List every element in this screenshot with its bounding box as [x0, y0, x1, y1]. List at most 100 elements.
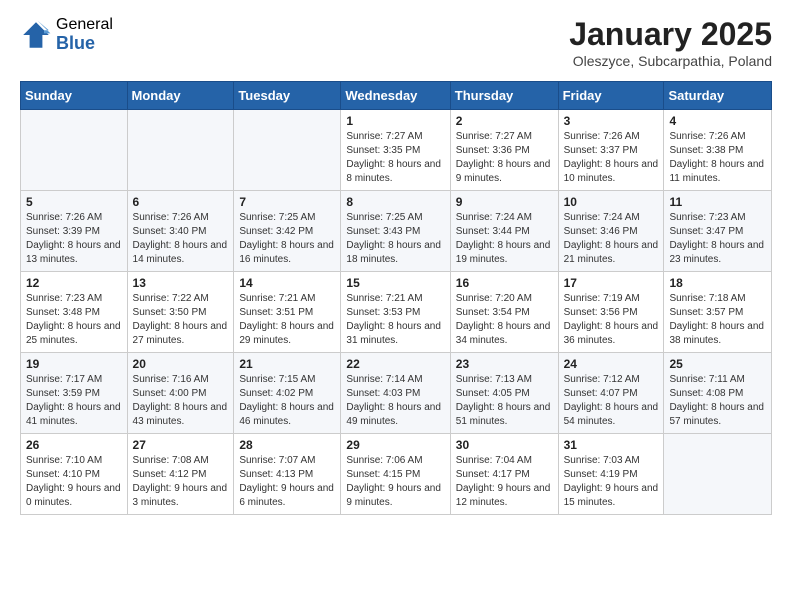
- day-number: 11: [669, 195, 766, 209]
- day-info: Sunrise: 7:26 AMSunset: 3:39 PMDaylight:…: [26, 211, 122, 267]
- day-number: 7: [239, 195, 335, 209]
- day-number: 16: [456, 276, 553, 290]
- day-info: Sunrise: 7:26 AMSunset: 3:37 PMDaylight:…: [564, 130, 659, 186]
- calendar-cell: 17 Sunrise: 7:19 AMSunset: 3:56 PMDayligh…: [558, 272, 664, 353]
- calendar-cell: 3Sunrise: 7:26 AMSunset: 3:37 PMDaylight…: [558, 110, 664, 191]
- day-info: Sunrise: 7:11 AMSunset: 4:08 PMDaylight:…: [669, 373, 766, 429]
- day-number: 14: [239, 276, 335, 290]
- logo-icon: [20, 19, 52, 51]
- calendar-cell: 27Sunrise: 7:08 AMSunset: 4:12 PMDayligh…: [127, 434, 234, 515]
- calendar-cell: 21 Sunrise: 7:15 AMSunset: 4:02 PMDayligh…: [234, 353, 341, 434]
- calendar-cell: 1 Sunrise: 7:27 AMSunset: 3:35 PMDaylight…: [341, 110, 450, 191]
- calendar-week-row: 12 Sunrise: 7:23 AMSunset: 3:48 PMDayligh…: [21, 272, 772, 353]
- day-number: 6: [133, 195, 229, 209]
- calendar-cell: 2 Sunrise: 7:27 AMSunset: 3:36 PMDaylight…: [450, 110, 558, 191]
- logo: General Blue: [20, 16, 113, 53]
- day-info: Sunrise: 7:19 AMSunset: 3:56 PMDaylight:…: [564, 292, 659, 348]
- day-number: 18: [669, 276, 766, 290]
- day-number: 5: [26, 195, 122, 209]
- day-number: 20: [133, 357, 229, 371]
- calendar-cell: [664, 434, 772, 515]
- calendar-cell: 15 Sunrise: 7:21 AMSunset: 3:53 PMDayligh…: [341, 272, 450, 353]
- day-info: Sunrise: 7:26 AMSunset: 3:40 PMDaylight:…: [133, 211, 229, 267]
- calendar-cell: 29 Sunrise: 7:06 AMSunset: 4:15 PMDayligh…: [341, 434, 450, 515]
- calendar-cell: 16 Sunrise: 7:20 AMSunset: 3:54 PMDayligh…: [450, 272, 558, 353]
- day-info: Sunrise: 7:20 AMSunset: 3:54 PMDaylight:…: [456, 292, 553, 348]
- day-info: Sunrise: 7:15 AMSunset: 4:02 PMDaylight:…: [239, 373, 335, 429]
- day-number: 10: [564, 195, 659, 209]
- day-number: 8: [346, 195, 444, 209]
- day-number: 25: [669, 357, 766, 371]
- calendar-cell: [127, 110, 234, 191]
- calendar-cell: [21, 110, 128, 191]
- day-info: Sunrise: 7:25 AMSunset: 3:42 PMDaylight:…: [239, 211, 335, 267]
- day-number: 12: [26, 276, 122, 290]
- day-number: 24: [564, 357, 659, 371]
- calendar-cell: 24 Sunrise: 7:12 AMSunset: 4:07 PMDayligh…: [558, 353, 664, 434]
- calendar-cell: 13Sunrise: 7:22 AMSunset: 3:50 PMDayligh…: [127, 272, 234, 353]
- col-header-saturday: Saturday: [664, 82, 772, 110]
- day-info: Sunrise: 7:25 AMSunset: 3:43 PMDaylight:…: [346, 211, 444, 267]
- calendar-cell: 12 Sunrise: 7:23 AMSunset: 3:48 PMDayligh…: [21, 272, 128, 353]
- logo-blue: Blue: [56, 34, 113, 54]
- day-info: Sunrise: 7:10 AMSunset: 4:10 PMDaylight:…: [26, 454, 122, 510]
- day-number: 29: [346, 438, 444, 452]
- day-info: Sunrise: 7:12 AMSunset: 4:07 PMDaylight:…: [564, 373, 659, 429]
- calendar-cell: 9 Sunrise: 7:24 AMSunset: 3:44 PMDaylight…: [450, 191, 558, 272]
- calendar-cell: 4 Sunrise: 7:26 AMSunset: 3:38 PMDaylight…: [664, 110, 772, 191]
- calendar-cell: 6 Sunrise: 7:26 AMSunset: 3:40 PMDaylight…: [127, 191, 234, 272]
- calendar-cell: 11 Sunrise: 7:23 AMSunset: 3:47 PMDayligh…: [664, 191, 772, 272]
- day-info: Sunrise: 7:24 AMSunset: 3:46 PMDaylight:…: [564, 211, 659, 267]
- logo-text: General Blue: [56, 16, 113, 53]
- col-header-friday: Friday: [558, 82, 664, 110]
- day-info: Sunrise: 7:23 AMSunset: 3:47 PMDaylight:…: [669, 211, 766, 267]
- day-number: 15: [346, 276, 444, 290]
- day-number: 23: [456, 357, 553, 371]
- day-info: Sunrise: 7:06 AMSunset: 4:15 PMDaylight:…: [346, 454, 444, 510]
- day-info: Sunrise: 7:24 AMSunset: 3:44 PMDaylight:…: [456, 211, 553, 267]
- day-info: Sunrise: 7:03 AMSunset: 4:19 PMDaylight:…: [564, 454, 659, 510]
- calendar-cell: 26 Sunrise: 7:10 AMSunset: 4:10 PMDayligh…: [21, 434, 128, 515]
- calendar-cell: 18 Sunrise: 7:18 AMSunset: 3:57 PMDayligh…: [664, 272, 772, 353]
- day-info: Sunrise: 7:23 AMSunset: 3:48 PMDaylight:…: [26, 292, 122, 348]
- calendar-cell: 28Sunrise: 7:07 AMSunset: 4:13 PMDayligh…: [234, 434, 341, 515]
- page-header: General Blue January 2025 Oleszyce, Subc…: [20, 16, 772, 69]
- calendar-cell: 8 Sunrise: 7:25 AMSunset: 3:43 PMDaylight…: [341, 191, 450, 272]
- day-number: 2: [456, 114, 553, 128]
- day-info: Sunrise: 7:17 AMSunset: 3:59 PMDaylight:…: [26, 373, 122, 429]
- day-info: Sunrise: 7:07 AMSunset: 4:13 PMDaylight:…: [239, 454, 335, 510]
- col-header-tuesday: Tuesday: [234, 82, 341, 110]
- col-header-monday: Monday: [127, 82, 234, 110]
- day-number: 17: [564, 276, 659, 290]
- day-number: 21: [239, 357, 335, 371]
- day-number: 1: [346, 114, 444, 128]
- col-header-sunday: Sunday: [21, 82, 128, 110]
- calendar-header-row: SundayMondayTuesdayWednesdayThursdayFrid…: [21, 82, 772, 110]
- day-info: Sunrise: 7:16 AMSunset: 4:00 PMDaylight:…: [133, 373, 229, 429]
- day-info: Sunrise: 7:26 AMSunset: 3:38 PMDaylight:…: [669, 130, 766, 186]
- day-number: 9: [456, 195, 553, 209]
- day-info: Sunrise: 7:04 AMSunset: 4:17 PMDaylight:…: [456, 454, 553, 510]
- calendar-cell: 10 Sunrise: 7:24 AMSunset: 3:46 PMDayligh…: [558, 191, 664, 272]
- day-number: 13: [133, 276, 229, 290]
- day-info: Sunrise: 7:21 AMSunset: 3:53 PMDaylight:…: [346, 292, 444, 348]
- calendar-cell: 25 Sunrise: 7:11 AMSunset: 4:08 PMDayligh…: [664, 353, 772, 434]
- day-number: 4: [669, 114, 766, 128]
- day-info: Sunrise: 7:27 AMSunset: 3:36 PMDaylight:…: [456, 130, 553, 186]
- day-info: Sunrise: 7:27 AMSunset: 3:35 PMDaylight:…: [346, 130, 444, 186]
- day-info: Sunrise: 7:18 AMSunset: 3:57 PMDaylight:…: [669, 292, 766, 348]
- calendar-cell: 20 Sunrise: 7:16 AMSunset: 4:00 PMDayligh…: [127, 353, 234, 434]
- day-number: 30: [456, 438, 553, 452]
- day-number: 22: [346, 357, 444, 371]
- calendar-cell: 7 Sunrise: 7:25 AMSunset: 3:42 PMDaylight…: [234, 191, 341, 272]
- calendar-week-row: 19Sunrise: 7:17 AMSunset: 3:59 PMDayligh…: [21, 353, 772, 434]
- calendar-cell: 19Sunrise: 7:17 AMSunset: 3:59 PMDayligh…: [21, 353, 128, 434]
- day-number: 26: [26, 438, 122, 452]
- calendar-cell: 30 Sunrise: 7:04 AMSunset: 4:17 PMDayligh…: [450, 434, 558, 515]
- day-number: 31: [564, 438, 659, 452]
- calendar-cell: [234, 110, 341, 191]
- location-subtitle: Oleszyce, Subcarpathia, Poland: [569, 53, 772, 69]
- month-title: January 2025: [569, 16, 772, 53]
- day-number: 27: [133, 438, 229, 452]
- calendar-table: SundayMondayTuesdayWednesdayThursdayFrid…: [20, 81, 772, 515]
